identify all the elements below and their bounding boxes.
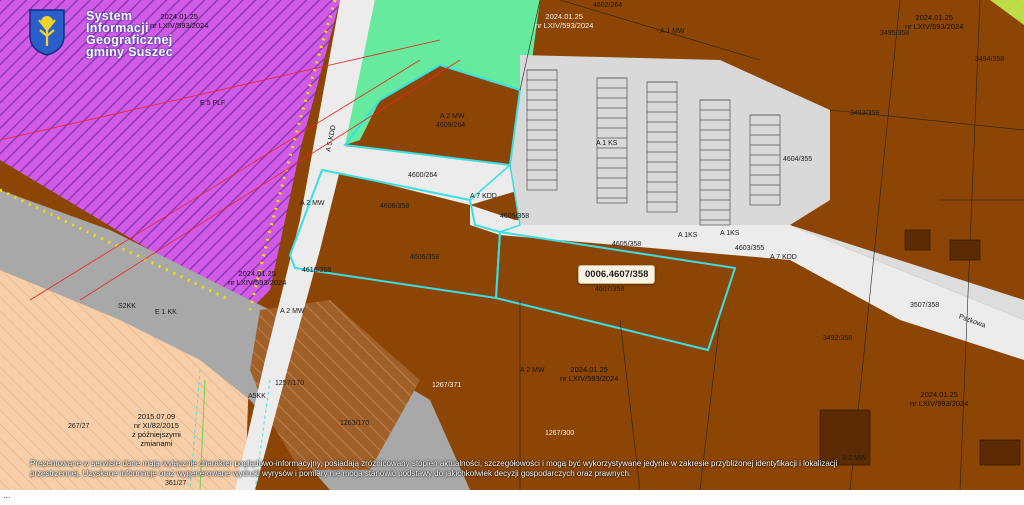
parcel-4600-264: 4600/264 (408, 172, 438, 179)
parcel-1267-371: 1267/371 (432, 382, 462, 389)
zone-a1mw: A 1 MW (660, 28, 685, 35)
parcel-4606-358: 4606/358 (410, 254, 440, 261)
parcel-3492-358: 3492/358 (823, 335, 853, 342)
map-canvas[interactable]: 2024.01.25 nr LXIV/593/2024 2024.01.25 nr … (0, 0, 1024, 490)
parcel-3494-358: 3494/358 (975, 56, 1005, 63)
parcel-4607-358: 4607/358 (595, 286, 625, 293)
zone-a2mw-left: A 2 MW (300, 200, 325, 207)
parcel-1257-170: 1257/170 (275, 380, 305, 387)
old-resolution-label: 2015.07.09 nr XI/82/2015 z późniejszymi zmi… (132, 412, 181, 448)
status-bar: ... (0, 490, 1024, 505)
status-text: ... (3, 490, 11, 500)
disclaimer-text: Prezentowane w serwisie dane mają wyłącz… (30, 459, 838, 478)
parcel-4609-264: 4609/264 (436, 122, 466, 129)
site-logo[interactable]: System Informacji Geograficznej gminy Su… (28, 8, 178, 64)
logo-title: System Informacji Geograficznej gminy Su… (86, 9, 173, 59)
parcel-4608-358: 4608/358 (380, 203, 410, 210)
resolution-label-2: 2024.01.25 nr LXIV/593/2024 (535, 12, 594, 30)
parcel-4610-358: 4610/358 (302, 267, 332, 274)
parcel-3507-358: 3507/358 (910, 302, 940, 309)
zone-a2mw-bottom: A 2 MW (520, 367, 545, 374)
zone-a7kdd: A 7 KDD (470, 193, 497, 200)
parcel-1267-300: 1267/300 (545, 430, 575, 437)
zone-a1ks-3: A 1 KS (596, 140, 618, 147)
resolution-label-4: 2024.01.25 nr LXIV/593/2024 (228, 269, 287, 287)
resolution-label-6: 2024.01.25 nr LXIV/593/2024 (910, 390, 969, 408)
parcel-4603-355: 4603/355 (735, 245, 765, 252)
zone-e1kk: E 1 KK (155, 309, 177, 316)
resolution-label-5: 2024.01.25 nr LXIV/593/2024 (560, 365, 619, 383)
parcel-3493-358: 3493/358 (850, 110, 880, 117)
coat-of-arms-icon (29, 9, 65, 56)
parcel-4605-358b: 4605/358 (612, 241, 642, 248)
zone-a5kk: A5KK (248, 393, 266, 400)
parcel-361-27: 361/27 (165, 480, 187, 487)
zone-s2kk: S2KK (118, 303, 136, 310)
zone-a1ks: A 1KS (678, 232, 698, 239)
parcel-1263-170: 1263/170 (340, 420, 370, 427)
zone-a2mw-mid: A 2 MW (280, 308, 305, 315)
parcel-4604-355: 4604/355 (783, 156, 813, 163)
parcel-267-27: 267/27 (68, 423, 90, 430)
parcel-tooltip[interactable]: 0006.4607/358 (578, 265, 656, 284)
zone-a7kdd-right: A 7 KDD (770, 254, 797, 261)
parcel-4605-358: 4605/358 (500, 213, 530, 220)
zone-a2mw: A 2 MW (440, 113, 465, 120)
resolution-label-3: 2024.01.25 nr LXIV/593/2024 (905, 13, 964, 31)
zone-e5plf: E 5 PLF (200, 100, 226, 107)
zone-a1ks-2: A 1KS (720, 230, 740, 237)
parcel-3495-358: 3495/358 (880, 30, 910, 37)
parcel-4602-264: 4602/264 (593, 2, 623, 9)
